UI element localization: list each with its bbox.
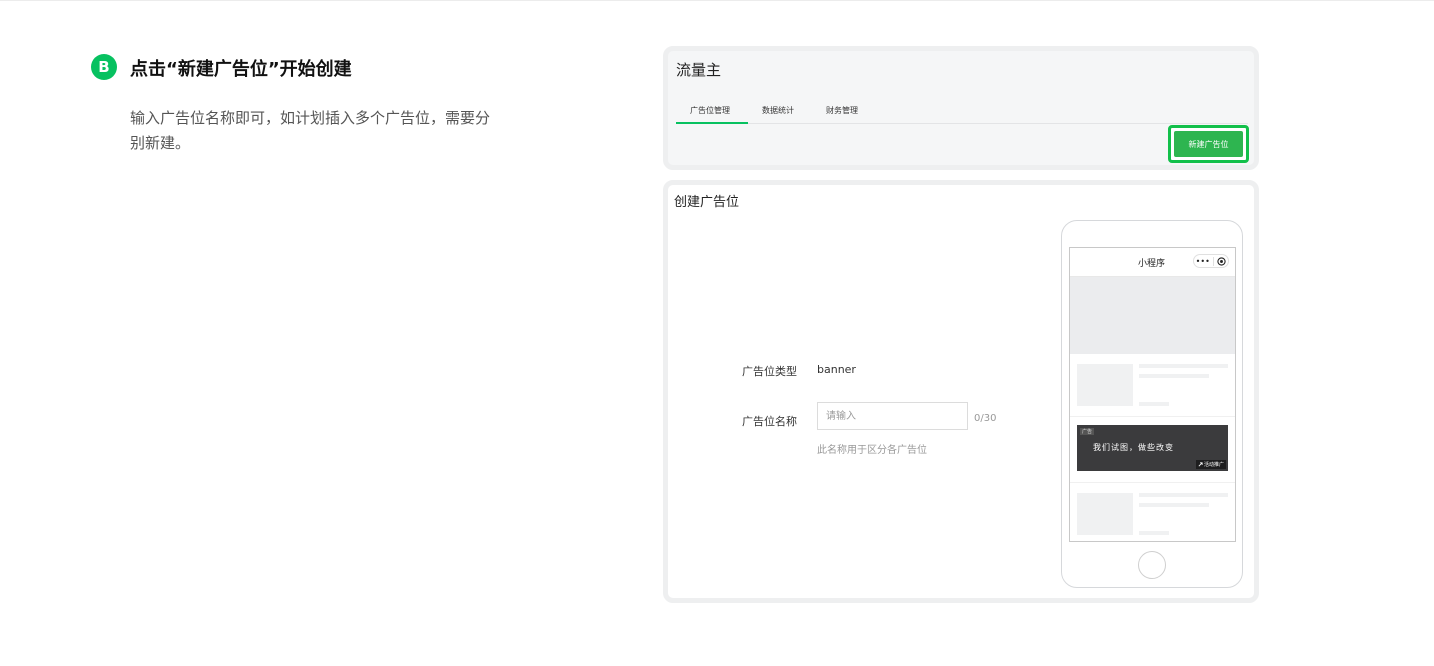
top-divider (0, 0, 1434, 1)
tab-ad-slot-management[interactable]: 广告位管理 (690, 105, 730, 116)
step-title: 点击“新建广告位”开始创建 (130, 59, 352, 80)
mini-program-title: 小程序 (1138, 259, 1166, 269)
placeholder-line (1139, 402, 1169, 406)
phone-home-button (1138, 551, 1166, 579)
tab-bar: 广告位管理 数据统计 财务管理 (676, 99, 1248, 124)
phone-preview: 小程序 ••• 广告 我们试图，做些改变 活动推广 (1061, 220, 1243, 588)
placeholder-line (1139, 374, 1209, 378)
phone-screen: 小程序 ••• 广告 我们试图，做些改变 活动推广 (1069, 247, 1236, 542)
new-button-highlight: 新建广告位 (1168, 125, 1249, 163)
placeholder-line (1139, 364, 1228, 368)
panel-title: 流量主 (676, 61, 722, 79)
ad-type-value: banner (817, 363, 856, 376)
ad-cta: 活动推广 (1195, 460, 1226, 469)
capsule-divider (1213, 256, 1215, 266)
ad-cta-label: 活动推广 (1203, 462, 1224, 468)
ad-name-input[interactable] (817, 402, 968, 430)
more-dots-icon: ••• (1195, 256, 1210, 266)
capsule-menu: ••• (1193, 254, 1229, 268)
list-item (1070, 482, 1235, 541)
step-badge: B (91, 54, 117, 80)
placeholder-line (1139, 503, 1209, 507)
placeholder-hero (1070, 277, 1235, 354)
target-circle-icon (1217, 256, 1226, 266)
placeholder-line (1139, 531, 1169, 535)
ad-type-label: 广告位类型 (742, 365, 797, 378)
mini-program-nav-bar: 小程序 ••• (1070, 248, 1235, 277)
banner-ad-preview: 广告 我们试图，做些改变 活动推广 (1077, 425, 1228, 471)
create-ad-slot-panel: 创建广告位 广告位类型 banner 广告位名称 0/30 此名称用于区分各广告… (663, 180, 1259, 603)
step-description: 输入广告位名称即可，如计划插入多个广告位，需要分别新建。 (130, 109, 491, 152)
new-ad-slot-button[interactable]: 新建广告位 (1174, 131, 1243, 157)
placeholder-thumbnail (1077, 493, 1133, 535)
tab-finance-management[interactable]: 财务管理 (826, 105, 858, 116)
create-panel-title: 创建广告位 (674, 195, 740, 210)
ad-slogan: 我们试图，做些改变 (1093, 443, 1174, 452)
link-icon (1198, 462, 1203, 467)
traffic-owner-panel: 流量主 广告位管理 数据统计 财务管理 新建广告位 (663, 46, 1259, 170)
tab-data-statistics[interactable]: 数据统计 (762, 105, 794, 116)
active-tab-indicator (676, 122, 748, 124)
ad-name-label: 广告位名称 (742, 415, 797, 428)
name-hint: 此名称用于区分各广告位 (817, 445, 927, 456)
char-counter: 0/30 (974, 413, 997, 424)
ad-tag: 广告 (1080, 428, 1095, 435)
list-item (1070, 354, 1235, 417)
placeholder-thumbnail (1077, 364, 1133, 406)
placeholder-line (1139, 493, 1228, 497)
